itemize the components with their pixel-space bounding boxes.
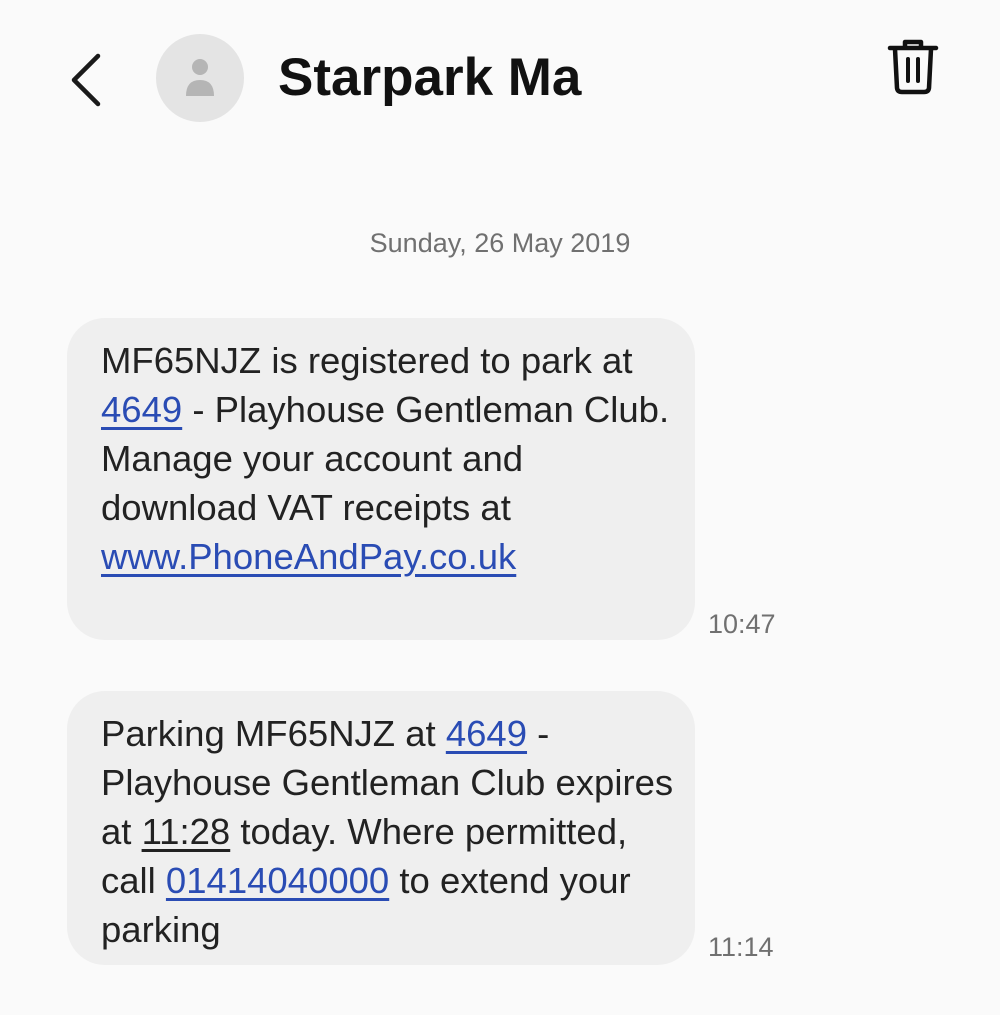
- message-bubble[interactable]: Parking MF65NJZ at 4649 - Playhouse Gent…: [67, 691, 695, 965]
- chevron-left-icon: [71, 53, 101, 107]
- conversation-header: Starpark Ma: [0, 0, 1000, 160]
- avatar[interactable]: [156, 34, 244, 122]
- message-time: 10:47: [708, 609, 776, 639]
- delete-button[interactable]: [884, 36, 942, 98]
- date-separator: Sunday, 26 May 2019: [369, 228, 631, 258]
- contact-name: Starpark Ma: [278, 48, 582, 107]
- location-link[interactable]: 4649: [446, 713, 527, 754]
- website-link[interactable]: www.PhoneAndPay.co.uk: [101, 536, 516, 577]
- trash-icon: [887, 39, 939, 95]
- message-bubble[interactable]: MF65NJZ is registered to park at 4649 - …: [67, 318, 695, 640]
- phone-link[interactable]: 01414040000: [166, 860, 389, 901]
- location-link[interactable]: 4649: [101, 389, 182, 430]
- person-icon: [186, 59, 214, 96]
- message-time: 11:14: [708, 932, 774, 962]
- message-text: - Playhouse Gentleman Club. Manage your …: [101, 389, 670, 528]
- message-text: MF65NJZ is registered to park at: [101, 340, 633, 381]
- message-text: Parking MF65NJZ at: [101, 713, 446, 754]
- time-link[interactable]: 11:28: [142, 811, 231, 852]
- back-button[interactable]: [62, 46, 122, 110]
